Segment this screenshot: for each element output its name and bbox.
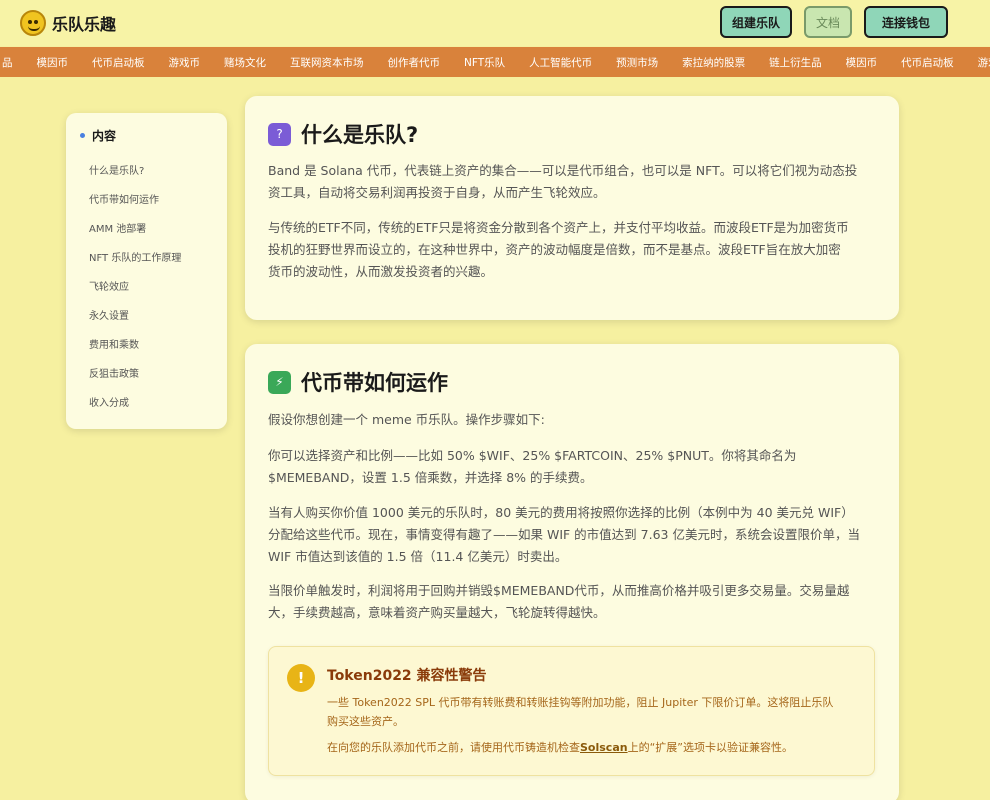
toc-item-nft-band[interactable]: NFT 乐队的工作原理 <box>89 242 227 271</box>
section-what-is-band: ? 什么是乐队? Band 是 Solana 代币，代表链上资产的集合——可以是… <box>245 96 899 320</box>
text-line: 当限价单触发时，利润将用于回购并销毁$MEMEBAND代币，从而推高价格并吸引更… <box>268 583 850 598</box>
section-title: 什么是乐队? <box>301 123 419 147</box>
ticker-item[interactable]: 互联网资本市场 <box>278 55 376 70</box>
warning-title: Token2022 兼容性警告 <box>327 668 487 684</box>
paragraph: 当限价单触发时，利润将用于回购并销毁$MEMEBAND代币，从而推高价格并吸引更… <box>268 580 874 624</box>
toc-item-revenue-share[interactable]: 收入分成 <box>89 387 227 416</box>
top-header: 乐队乐趣 组建乐队 文档 连接钱包 <box>0 0 990 46</box>
toc-item-permanent-settings[interactable]: 永久设置 <box>89 300 227 329</box>
toc-list: 什么是乐队? 代币带如何运作 AMM 池部署 NFT 乐队的工作原理 飞轮效应 … <box>66 155 227 416</box>
ticker-item[interactable]: 索拉纳的股票 <box>670 55 757 70</box>
ticker-item[interactable]: 预测市场 <box>604 55 670 70</box>
toc-item-what-is-band[interactable]: 什么是乐队? <box>89 155 227 184</box>
create-band-button[interactable]: 组建乐队 <box>720 6 792 38</box>
paragraph: 假设你想创建一个 meme 币乐队。操作步骤如下: <box>268 412 545 427</box>
question-icon: ? <box>268 122 291 146</box>
text-line: 分配给这些代币。现在，事情变得有趣了——如果 WIF 的市值达到 7.63 亿美… <box>268 527 860 542</box>
money-face-icon <box>20 10 46 36</box>
text-line: Band 是 Solana 代币，代表链上资产的集合——可以是代币组合，也可以是… <box>268 163 858 178</box>
text-line: 当有人购买你价值 1000 美元的乐队时，80 美元的费用将按照你选择的比例（本… <box>268 505 854 520</box>
ticker-item[interactable]: 创作者代币 <box>376 55 453 70</box>
connect-wallet-button[interactable]: 连接钱包 <box>864 6 948 38</box>
ticker-item[interactable]: 赌场文化 <box>212 55 278 70</box>
text-line: 一些 Token2022 SPL 代币带有转账费和转账挂钩等附加功能，阻止 Ju… <box>327 696 834 709</box>
section-header: ⚡ 代币带如何运作 <box>268 367 448 397</box>
section-header: ? 什么是乐队? <box>268 119 418 149</box>
ticker-item[interactable]: NFT乐队 <box>452 55 517 70</box>
ticker-item[interactable]: 品 <box>0 55 25 70</box>
text-line: 货币的波动性，从而激发投资者的兴趣。 <box>268 264 494 279</box>
warning-text: 在向您的乐队添加代币之前，请使用代币铸造机检查Solscan上的“扩展”选项卡以… <box>327 738 857 757</box>
lightning-icon: ⚡ <box>268 370 291 394</box>
toc-item-anti-snipe[interactable]: 反狙击政策 <box>89 358 227 387</box>
solscan-link[interactable]: Solscan <box>580 741 628 754</box>
toc-item-how-it-works[interactable]: 代币带如何运作 <box>89 184 227 213</box>
docs-button[interactable]: 文档 <box>804 6 852 38</box>
section-how-it-works: ⚡ 代币带如何运作 假设你想创建一个 meme 币乐队。操作步骤如下: 你可以选… <box>245 344 899 800</box>
text-line: 大，手续费越高，意味着资产购买量越大，飞轮旋转得越快。 <box>268 605 606 620</box>
ticker-item[interactable]: 人工智能代币 <box>517 55 604 70</box>
header-actions: 组建乐队 文档 连接钱包 <box>720 6 948 38</box>
ticker-item[interactable]: 游戏币 <box>966 55 990 70</box>
text-segment: 上的“扩展”选项卡以验证兼容性。 <box>627 741 793 754</box>
section-title: 代币带如何运作 <box>301 371 448 395</box>
token2022-warning: ! Token2022 兼容性警告 一些 Token2022 SPL 代币带有转… <box>268 646 875 776</box>
warning-text: 一些 Token2022 SPL 代币带有转账费和转账挂钩等附加功能，阻止 Ju… <box>327 693 857 731</box>
warning-icon: ! <box>287 664 315 692</box>
toc-item-flywheel[interactable]: 飞轮效应 <box>89 271 227 300</box>
ticker-item[interactable]: 代币启动板 <box>889 55 966 70</box>
ticker-item[interactable]: 链上衍生品 <box>757 55 834 70</box>
ticker-track: 品模因币 代币启动板 游戏币 赌场文化 互联网资本市场 创作者代币 NFT乐队 人工智能代币预… <box>0 55 990 70</box>
text-line: 资工具，自动将交易利润再投资于自身，从而产生飞轮效应。 <box>268 185 606 200</box>
logo[interactable]: 乐队乐趣 <box>20 10 116 36</box>
toc-item-fees[interactable]: 费用和乘数 <box>89 329 227 358</box>
category-ticker: 品模因币 代币启动板 游戏币 赌场文化 互联网资本市场 创作者代币 NFT乐队 人工智能代币预… <box>0 47 990 77</box>
paragraph: 当有人购买你价值 1000 美元的乐队时，80 美元的费用将按照你选择的比例（本… <box>268 502 874 568</box>
text-line: 投机的狂野世界而设立的，在这种世界中，资产的波动幅度是倍数，而不是基点。波段ET… <box>268 242 841 257</box>
logo-text: 乐队乐趣 <box>52 15 117 34</box>
toc-item-amm-pool[interactable]: AMM 池部署 <box>89 213 227 242</box>
text-line: $MEMEBAND，设置 1.5 倍乘数，并选择 8% 的手续费。 <box>268 470 593 485</box>
ticker-item[interactable]: 游戏币 <box>157 55 213 70</box>
paragraph: Band 是 Solana 代币，代表链上资产的集合——可以是代币组合，也可以是… <box>268 160 874 204</box>
toc-title: 内容 <box>92 128 117 143</box>
bullet-dot-icon <box>80 132 85 138</box>
table-of-contents: 内容 什么是乐队? 代币带如何运作 AMM 池部署 NFT 乐队的工作原理 飞轮… <box>66 113 227 429</box>
text-line: WIF 市值达到该值的 1.5 倍（11.4 亿美元）时卖出。 <box>268 549 568 564</box>
text-line: 你可以选择资产和比例——比如 50% $WIF、25% $FARTCOIN、25… <box>268 448 797 463</box>
text-segment: 在向您的乐队添加代币之前，请使用代币铸造机检查 <box>327 741 580 754</box>
ticker-item[interactable]: 模因币 <box>834 55 890 70</box>
paragraph: 你可以选择资产和比例——比如 50% $WIF、25% $FARTCOIN、25… <box>268 445 874 489</box>
ticker-item[interactable]: 模因币 <box>25 55 81 70</box>
text-line: 购买这些资产。 <box>327 715 404 728</box>
text-line: 与传统的ETF不同，传统的ETF只是将资金分散到各个资产上，并支付平均收益。而波… <box>268 220 849 235</box>
ticker-item[interactable]: 代币启动板 <box>80 55 157 70</box>
paragraph: 与传统的ETF不同，传统的ETF只是将资金分散到各个资产上，并支付平均收益。而波… <box>268 217 874 283</box>
toc-header: 内容 <box>80 127 227 143</box>
